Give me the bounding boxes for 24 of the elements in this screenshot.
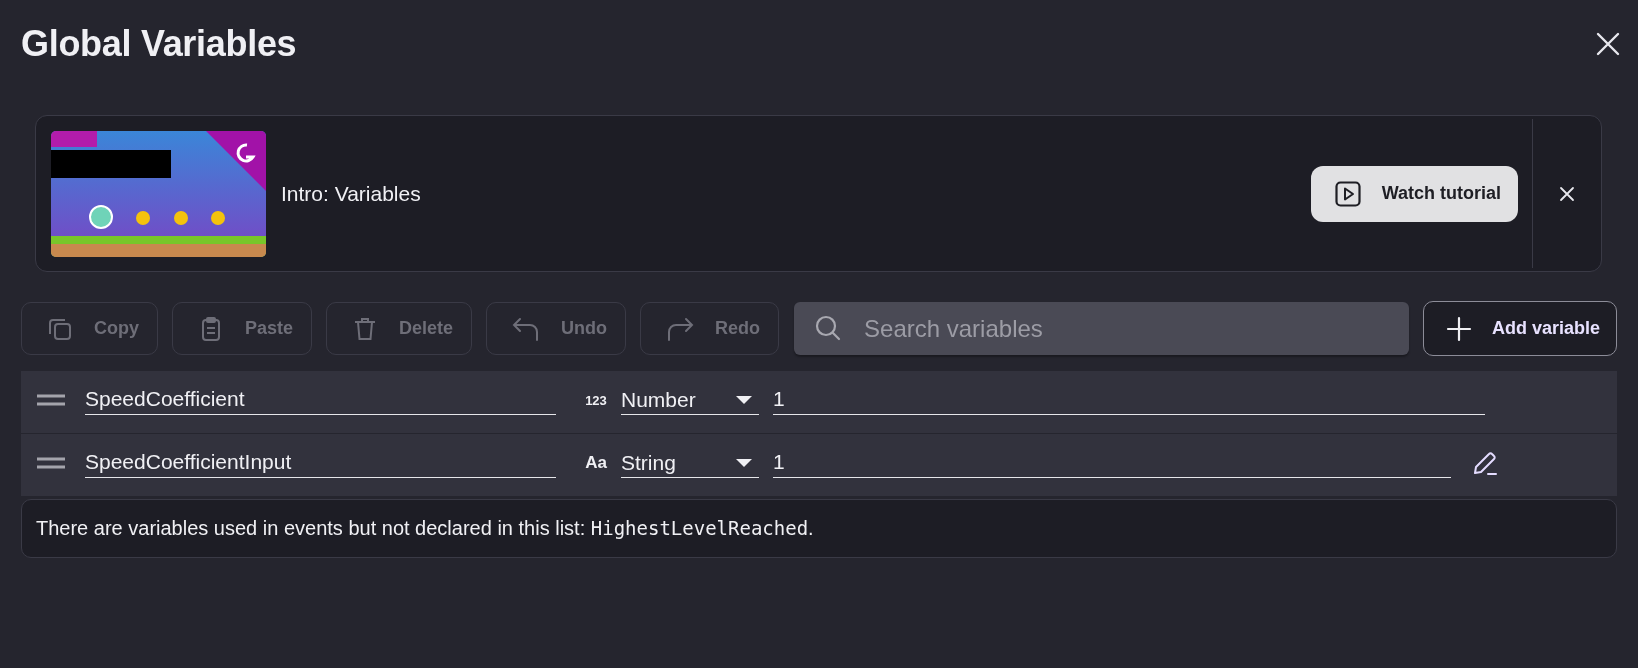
edit-icon[interactable] xyxy=(1471,449,1499,477)
play-icon xyxy=(1333,179,1362,208)
drag-handle-icon[interactable] xyxy=(37,394,65,406)
type-icon: 123 xyxy=(583,392,609,408)
type-icon: Aa xyxy=(583,453,609,473)
caret-icon xyxy=(735,394,753,405)
undeclared-variables-message: There are variables used in events but not declared in this list: HighestLevelReached. xyxy=(36,517,814,540)
drag-handle-icon[interactable] xyxy=(37,457,65,469)
dismiss-button[interactable] xyxy=(1559,185,1575,202)
add-variable-button[interactable]: Add variable xyxy=(1422,301,1617,356)
plus-icon xyxy=(1445,315,1472,342)
variable-name-field[interactable]: SpeedCoefficient xyxy=(85,385,556,415)
watch-tutorial-button[interactable]: Watch tutorial xyxy=(1310,165,1518,222)
dialog-title: Global Variables xyxy=(21,23,297,65)
type-dropdown[interactable]: String xyxy=(621,448,759,478)
search-field[interactable]: Search variables xyxy=(794,302,1409,355)
variable-name-field[interactable]: SpeedCoefficientInput xyxy=(85,448,556,478)
variable-value-field[interactable]: 1 xyxy=(773,448,1451,478)
tutorial-title: Intro: Variables xyxy=(281,181,422,206)
type-dropdown[interactable]: Number xyxy=(621,385,759,415)
search-icon xyxy=(814,314,843,342)
variable-value-field[interactable]: 1 xyxy=(773,385,1485,415)
close-button[interactable] xyxy=(1595,31,1621,57)
caret-icon xyxy=(735,457,753,468)
